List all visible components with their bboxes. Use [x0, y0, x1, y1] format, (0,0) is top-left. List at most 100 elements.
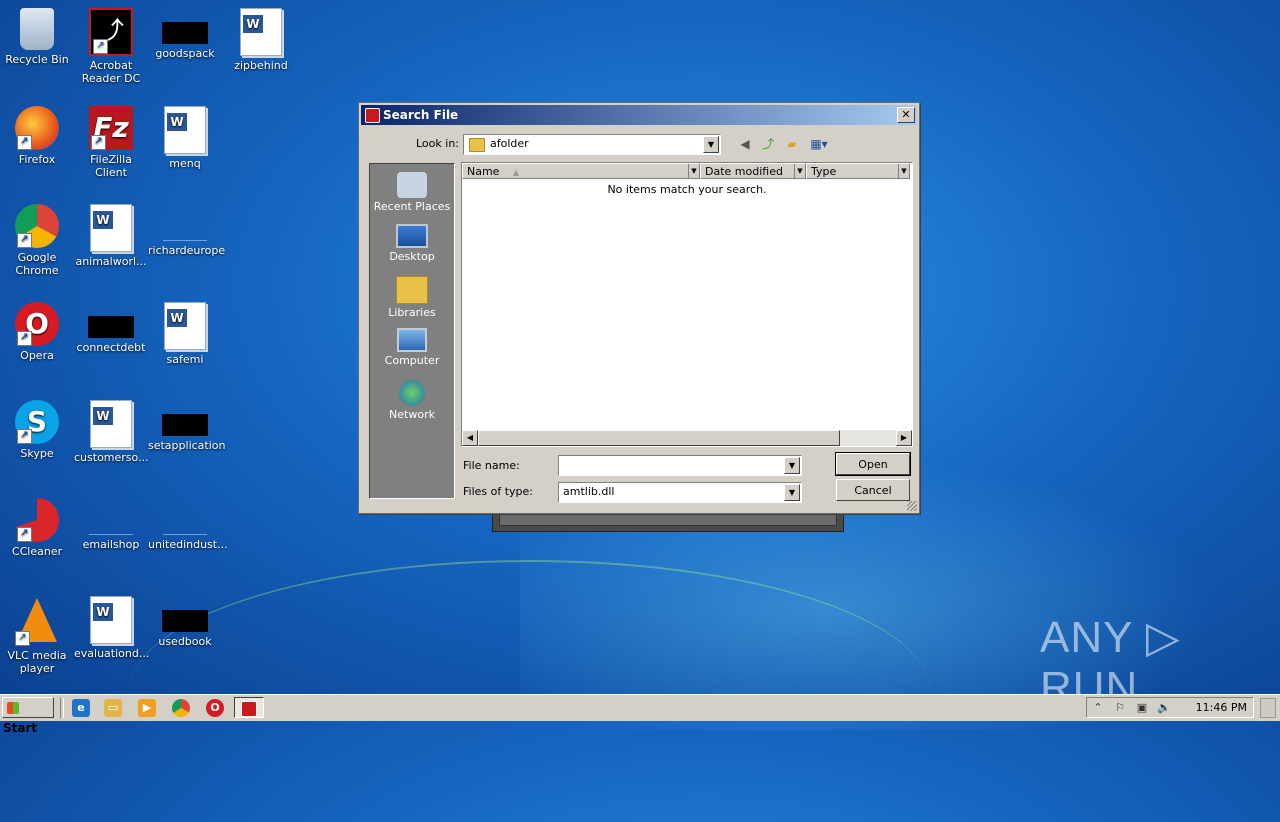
- desktop-icon-label: customerso...: [74, 451, 149, 464]
- chevron-down-icon[interactable]: ▼: [703, 136, 719, 153]
- libraries-icon: [396, 276, 428, 304]
- chevron-down-icon[interactable]: ▼: [688, 164, 699, 178]
- desktop-icon: [396, 224, 428, 248]
- cancel-button[interactable]: Cancel: [836, 479, 910, 501]
- wallpaper-arc: [130, 560, 930, 822]
- word-doc-icon: W: [164, 302, 206, 350]
- recycle-bin-icon: [20, 8, 54, 50]
- desktop-icon-recycle-bin[interactable]: Recycle Bin: [0, 8, 74, 66]
- column-header-type[interactable]: Type ▼: [806, 163, 910, 179]
- desktop-icon-label: Skype: [20, 447, 54, 460]
- taskbar-active-app[interactable]: [234, 697, 264, 718]
- desktop-icon-label: goodspack: [155, 47, 215, 60]
- new-folder-icon[interactable]: ▰: [783, 136, 801, 152]
- scroll-right-icon[interactable]: ▶: [896, 430, 912, 446]
- app-icon: [365, 108, 380, 123]
- dialog-title: Search File: [383, 108, 459, 122]
- desktop-icon-connectdebt[interactable]: connectdebt: [74, 302, 148, 354]
- empty-message: No items match your search.: [607, 183, 767, 196]
- desktop-icon-label: emailshop: [82, 538, 140, 551]
- chevron-up-icon[interactable]: ⌃: [1091, 701, 1105, 715]
- horizontal-scrollbar[interactable]: ◀ ▶: [462, 430, 912, 446]
- look-in-label: Look in:: [416, 137, 459, 150]
- desktop-icon-vlc[interactable]: ↗ VLC media player: [0, 596, 74, 675]
- place-network[interactable]: Network: [370, 380, 454, 421]
- column-label: Type: [811, 165, 837, 178]
- start-button[interactable]: Start: [2, 697, 54, 735]
- column-label: Date modified: [705, 165, 783, 178]
- desktop-icon-acrobat[interactable]: ⤴ ↗ Acrobat Reader DC: [74, 8, 148, 85]
- desktop-icon-zipbehind[interactable]: W zipbehind: [224, 8, 298, 72]
- chevron-down-icon[interactable]: ▼: [794, 164, 805, 178]
- computer-icon: [397, 328, 427, 352]
- desktop-icon-usedbook[interactable]: usedbook: [148, 596, 222, 648]
- desktop-icon-label: setapplication: [148, 439, 226, 452]
- opera-icon[interactable]: O: [206, 699, 224, 717]
- filezilla-icon: Fz ↗: [89, 106, 133, 150]
- desktop-icon-richardeurope[interactable]: richardeurope: [148, 204, 225, 257]
- show-desktop-button[interactable]: [1260, 698, 1276, 718]
- network-icon[interactable]: ▣: [1135, 701, 1149, 715]
- desktop-icon-customerso[interactable]: W customerso...: [74, 400, 149, 464]
- windows-logo-icon: [7, 702, 19, 714]
- place-desktop[interactable]: Desktop: [370, 224, 454, 263]
- place-libraries[interactable]: Libraries: [370, 276, 454, 319]
- word-doc-icon: W: [240, 8, 282, 56]
- desktop-icon-opera[interactable]: O ↗ Opera: [0, 302, 74, 362]
- up-folder-icon[interactable]: ⤴: [759, 136, 777, 152]
- look-in-dropdown[interactable]: afolder ▼: [463, 134, 721, 155]
- scroll-left-icon[interactable]: ◀: [462, 430, 478, 446]
- media-player-icon[interactable]: ▶: [138, 699, 156, 717]
- flag-icon[interactable]: ⚐: [1113, 701, 1127, 715]
- place-computer[interactable]: Computer: [370, 328, 454, 367]
- desktop-icon-label: Opera: [20, 349, 54, 362]
- desktop-icon-filezilla[interactable]: Fz ↗ FileZilla Client: [74, 106, 148, 179]
- desktop-icon-menq[interactable]: W menq: [148, 106, 222, 170]
- desktop-icon-label: usedbook: [158, 635, 212, 648]
- column-header-date-modified[interactable]: Date modified ▼: [700, 163, 806, 179]
- search-file-dialog: Search File ✕ Look in: afolder ▼ ◀ ⤴ ▰ ▦…: [358, 102, 920, 514]
- file-name-field[interactable]: ▼: [558, 455, 802, 476]
- desktop-icon-setapplication[interactable]: setapplication: [148, 400, 226, 452]
- close-button[interactable]: ✕: [897, 107, 915, 123]
- desktop-icon-evaluationd[interactable]: W evaluationd...: [74, 596, 149, 660]
- chevron-down-icon[interactable]: ▼: [784, 484, 800, 501]
- internet-explorer-icon[interactable]: e: [72, 699, 90, 717]
- back-icon[interactable]: ◀: [736, 136, 754, 152]
- desktop-icon-chrome[interactable]: ↗ Google Chrome: [0, 204, 74, 277]
- open-button[interactable]: Open: [835, 452, 911, 476]
- scroll-thumb[interactable]: [478, 430, 840, 446]
- sort-up-icon: ▲: [512, 168, 520, 177]
- dialog-titlebar[interactable]: Search File ✕: [361, 105, 917, 125]
- file-list[interactable]: Name ▲ ▼ Date modified ▼ Type ▼ No items…: [461, 162, 913, 447]
- files-of-type-dropdown[interactable]: amtlib.dll ▼: [558, 482, 802, 503]
- place-label: Desktop: [389, 250, 435, 263]
- resize-grip[interactable]: [907, 501, 917, 511]
- desktop-icon-goodspack[interactable]: goodspack: [148, 8, 222, 60]
- desktop-icon-animalworl[interactable]: W animalworl...: [74, 204, 148, 268]
- desktop-icon-skype[interactable]: S ↗ Skype: [0, 400, 74, 460]
- desktop-icon-ccleaner[interactable]: ↗ CCleaner: [0, 498, 74, 558]
- place-recent-places[interactable]: Recent Places: [370, 172, 454, 213]
- desktop-icon-label: zipbehind: [234, 59, 288, 72]
- file-explorer-icon[interactable]: ▭: [104, 699, 122, 717]
- desktop-icon-emailshop[interactable]: emailshop: [74, 498, 148, 551]
- blank-file-icon: [89, 512, 133, 535]
- volume-icon[interactable]: 🔈: [1157, 701, 1171, 715]
- chrome-icon: ↗: [15, 204, 59, 248]
- desktop-icon-firefox[interactable]: ↗ Firefox: [0, 106, 74, 166]
- desktop-icon-label: animalworl...: [75, 255, 147, 268]
- view-menu-icon[interactable]: ▦▾: [807, 136, 831, 152]
- desktop-icon-unitedindust[interactable]: unitedindust...: [148, 498, 228, 551]
- column-header-name[interactable]: Name ▲ ▼: [462, 163, 700, 179]
- clock[interactable]: 11:46 PM: [1196, 701, 1247, 714]
- chrome-icon[interactable]: [172, 699, 190, 717]
- chevron-down-icon[interactable]: ▼: [898, 164, 909, 178]
- firefox-icon: ↗: [15, 106, 59, 150]
- desktop-icon-label: FileZilla Client: [90, 153, 132, 179]
- word-doc-icon: W: [90, 204, 132, 252]
- chevron-down-icon[interactable]: ▼: [784, 457, 800, 474]
- desktop-icon-safemi[interactable]: W safemi: [148, 302, 222, 366]
- skype-icon: S ↗: [15, 400, 59, 444]
- black-file-icon: [162, 414, 208, 436]
